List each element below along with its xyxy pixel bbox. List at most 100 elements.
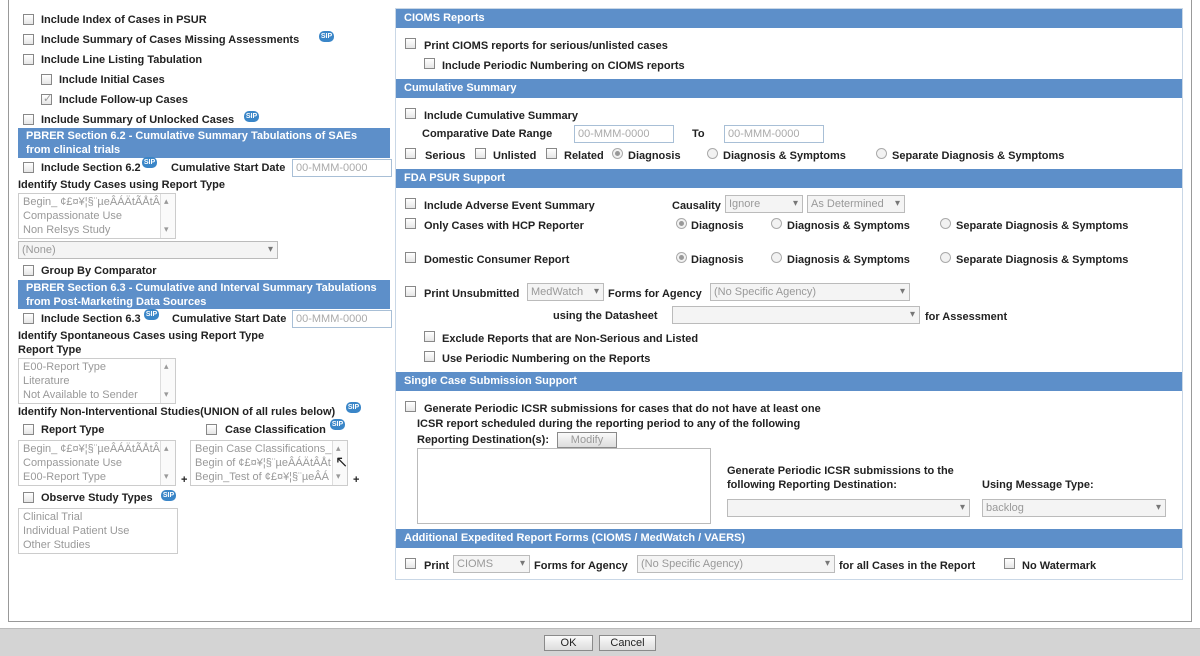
observe-types-label: Observe Study Types xyxy=(41,492,153,504)
list-item[interactable]: Clinical Trial xyxy=(23,510,173,524)
serious-label: Serious xyxy=(425,150,466,162)
cum-start-62-input[interactable]: 00-MMM-0000 xyxy=(292,159,392,177)
dom-sep-diag-radio[interactable] xyxy=(940,252,951,263)
identify-spont-label: Identify Spontaneous Cases using Report … xyxy=(18,330,265,342)
additional-form-select[interactable]: CIOMS xyxy=(453,555,530,573)
case-classification-checkbox[interactable] xyxy=(206,424,217,435)
rt-rule-list[interactable]: Begin_ ¢£¤¥¦§¨µeÂÁÄtÃÅtÂ Compassionate U… xyxy=(18,440,176,486)
use-periodic-checkbox[interactable] xyxy=(424,351,435,362)
hcp-diagnosis-radio[interactable] xyxy=(676,218,687,229)
comparative-from-input[interactable]: 00-MMM-0000 xyxy=(574,125,674,143)
identify-nonint-label: Identify Non-Interventional Studies(UNIO… xyxy=(18,406,336,418)
line-listing-checkbox[interactable] xyxy=(23,54,34,65)
using-datasheet-label: using the Datasheet xyxy=(553,310,658,322)
unlisted-checkbox[interactable] xyxy=(475,148,486,159)
hcp-only-checkbox[interactable] xyxy=(405,218,416,229)
observe-types-checkbox[interactable] xyxy=(23,492,34,503)
list-item[interactable]: Compassionate Use xyxy=(23,456,171,470)
list-item[interactable]: E00-Report Type xyxy=(23,470,171,484)
group-comparator-checkbox[interactable] xyxy=(23,265,34,276)
cum-start-63-input[interactable]: 00-MMM-0000 xyxy=(292,310,392,328)
cioms-header: CIOMS Reports xyxy=(396,9,1182,28)
list-item[interactable]: Individual Patient Use xyxy=(23,524,173,538)
no-watermark-checkbox[interactable] xyxy=(1004,558,1015,569)
scrollbar[interactable] xyxy=(160,441,175,485)
unsubmitted-form-select[interactable]: MedWatch xyxy=(527,283,604,301)
include-62-label: Include Section 6.2 xyxy=(41,162,141,174)
domestic-consumer-checkbox[interactable] xyxy=(405,252,416,263)
list-item[interactable]: Literature xyxy=(23,374,171,388)
related-label: Related xyxy=(564,150,604,162)
cum-diagnosis-radio[interactable] xyxy=(612,148,623,159)
dest-select[interactable] xyxy=(727,499,970,517)
single-case-header: Single Case Submission Support xyxy=(396,372,1182,391)
as-determined-select[interactable]: As Determined xyxy=(807,195,905,213)
to-label: To xyxy=(692,128,705,140)
list-item[interactable]: Begin Case Classifications_ xyxy=(195,442,343,456)
summary-unlocked-label: Include Summary of Unlocked Cases xyxy=(41,114,235,126)
index-cases-label: Include Index of Cases in PSUR xyxy=(41,14,207,26)
comparative-to-input[interactable]: 00-MMM-0000 xyxy=(724,125,824,143)
dom-diagnosis-radio[interactable] xyxy=(676,252,687,263)
scrollbar[interactable] xyxy=(160,359,175,403)
list-item[interactable]: Begin_ ¢£¤¥¦§¨µeÂÁÄtÃÅtÂ xyxy=(23,442,171,456)
observe-types-list[interactable]: Clinical Trial Individual Patient Use Ot… xyxy=(18,508,178,554)
include-cumulative-checkbox[interactable] xyxy=(405,108,416,119)
list-item[interactable]: Other Studies xyxy=(23,538,173,552)
report-type-checkbox[interactable] xyxy=(23,424,34,435)
cum-diag-symptoms-label: Diagnosis & Symptoms xyxy=(723,150,846,162)
followup-cases-checkbox[interactable] xyxy=(41,92,52,105)
summary-missing-checkbox[interactable] xyxy=(23,34,34,45)
agency-select[interactable]: (No Specific Agency) xyxy=(710,283,910,301)
related-checkbox[interactable] xyxy=(546,148,557,159)
serious-checkbox[interactable] xyxy=(405,148,416,159)
list-item[interactable]: Begin_Test of ¢£¤¥¦§¨µeÂÁ xyxy=(195,470,343,484)
causality-select[interactable]: Ignore xyxy=(725,195,803,213)
ae-summary-label: Include Adverse Event Summary xyxy=(424,200,595,212)
exclude-nonserious-checkbox[interactable] xyxy=(424,331,435,342)
list-item[interactable]: Compassionate Use xyxy=(23,209,171,223)
list-item[interactable]: Non Relsys Study xyxy=(23,223,171,237)
cum-diag-symptoms-radio[interactable] xyxy=(707,148,718,159)
sip-icon: SIP xyxy=(161,490,176,501)
list-item[interactable]: Begin_ ¢£¤¥¦§¨µeÂÁÄtÃÅtÂ xyxy=(23,195,171,209)
additional-header: Additional Expedited Report Forms (CIOMS… xyxy=(396,529,1182,548)
hcp-sep-diag-radio[interactable] xyxy=(940,218,951,229)
cc-rule-list[interactable]: Begin Case Classifications_ Begin of ¢£¤… xyxy=(190,440,348,486)
unlisted-label: Unlisted xyxy=(493,150,537,162)
initial-cases-checkbox[interactable] xyxy=(41,74,52,85)
list-item[interactable]: E00-Report Type xyxy=(23,360,171,374)
additional-agency-select[interactable]: (No Specific Agency) xyxy=(637,555,835,573)
cancel-button[interactable]: Cancel xyxy=(599,635,656,651)
followup-cases-label: Include Follow-up Cases xyxy=(59,94,188,106)
dom-diag-symptoms-radio[interactable] xyxy=(771,252,782,263)
spont-report-type-list[interactable]: E00-Report Type Literature Not Available… xyxy=(18,358,176,404)
include-63-checkbox[interactable] xyxy=(23,313,34,324)
gen-to-line2: following Reporting Destination: xyxy=(727,479,897,491)
index-cases-checkbox[interactable] xyxy=(23,14,34,25)
pbrer62-header: PBRER Section 6.2 - Cumulative Summary T… xyxy=(18,128,390,158)
list-item[interactable]: Not Available to Sender xyxy=(23,388,171,402)
list-item[interactable]: Begin of ¢£¤¥¦§¨µeÂÁÄtÂÅt xyxy=(195,456,343,470)
study-none-select[interactable]: (None) xyxy=(18,241,278,259)
sip-icon: SIP xyxy=(144,309,159,320)
msg-type-select[interactable]: backlog xyxy=(982,499,1166,517)
include-62-checkbox[interactable] xyxy=(23,162,34,173)
generate-icsr-checkbox[interactable] xyxy=(405,401,416,412)
modify-button[interactable]: Modify xyxy=(557,432,617,448)
print-unsubmitted-checkbox[interactable] xyxy=(405,286,416,297)
ok-button[interactable]: OK xyxy=(544,635,593,651)
scrollbar[interactable] xyxy=(160,194,175,238)
study-report-type-list[interactable]: Begin_ ¢£¤¥¦§¨µeÂÁÄtÃÅtÂ Compassionate U… xyxy=(18,193,176,239)
summary-unlocked-checkbox[interactable] xyxy=(23,114,34,125)
reporting-dest-list[interactable] xyxy=(417,448,711,524)
hcp-diag-symptoms-radio[interactable] xyxy=(771,218,782,229)
cioms-periodic-checkbox[interactable] xyxy=(424,58,435,69)
additional-print-checkbox[interactable] xyxy=(405,558,416,569)
print-cioms-checkbox[interactable] xyxy=(405,38,416,49)
ae-summary-checkbox[interactable] xyxy=(405,198,416,209)
cioms-periodic-label: Include Periodic Numbering on CIOMS repo… xyxy=(442,60,685,72)
datasheet-select[interactable] xyxy=(672,306,920,324)
cum-sep-diag-radio[interactable] xyxy=(876,148,887,159)
line-listing-label: Include Line Listing Tabulation xyxy=(41,54,203,66)
